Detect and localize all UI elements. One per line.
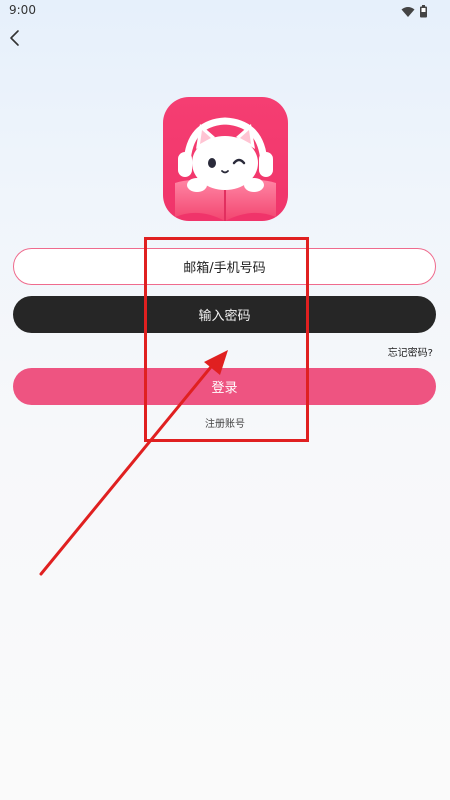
chevron-left-icon [10, 30, 19, 46]
status-bar: 9:00 [0, 0, 450, 22]
battery-icon [419, 3, 428, 22]
forgot-password-link[interactable]: 忘记密码? [388, 344, 433, 359]
back-button[interactable] [4, 27, 26, 49]
status-time: 9:00 [9, 3, 36, 17]
wifi-icon [401, 3, 415, 22]
cat-headphones-logo-icon [163, 97, 288, 221]
annotation-highlight-box [144, 237, 309, 442]
app-logo [163, 97, 288, 221]
